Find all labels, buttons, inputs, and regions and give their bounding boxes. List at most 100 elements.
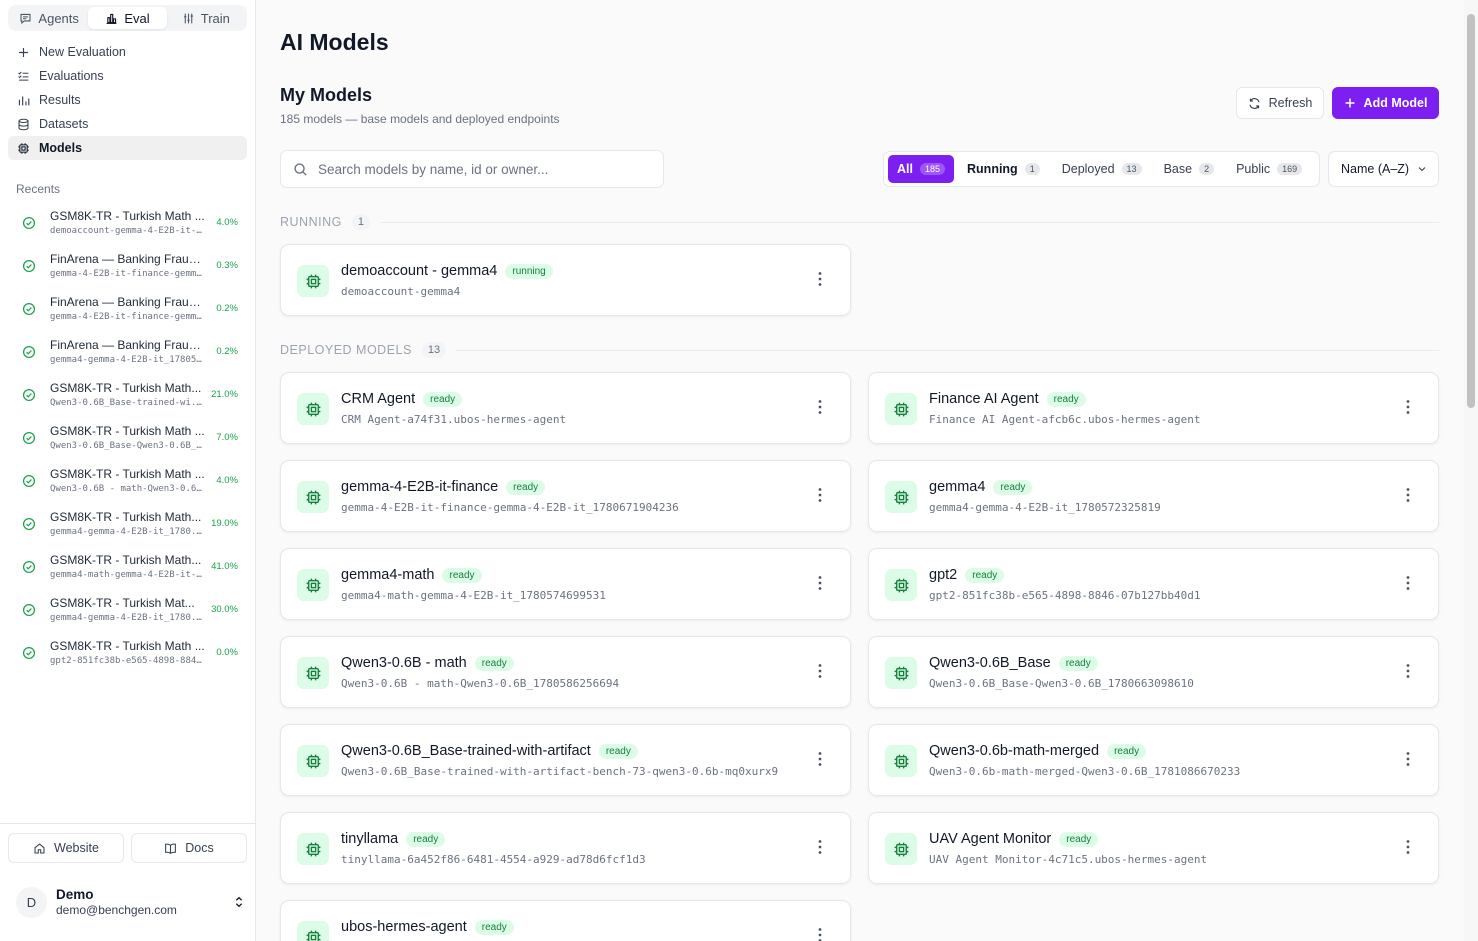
model-card[interactable]: CRM Agent ready CRM Agent-a74f31.ubos-herm… bbox=[280, 372, 851, 444]
recent-title: FinArena — Banking Fraud... bbox=[50, 295, 205, 309]
recent-item[interactable]: GSM8K-TR - Turkish Math... gemma4-gemma-4… bbox=[8, 502, 247, 545]
model-card[interactable]: gemma4 ready gemma4-gemma-4-E2B-it_1780572… bbox=[868, 460, 1439, 532]
more-options-icon[interactable] bbox=[812, 398, 828, 416]
filter-deployed[interactable]: Deployed 13 bbox=[1053, 155, 1151, 183]
docs-label: Docs bbox=[185, 841, 214, 855]
tab-train[interactable]: Train bbox=[167, 7, 245, 29]
filter-base[interactable]: Base 2 bbox=[1155, 155, 1224, 183]
recent-item[interactable]: GSM8K-TR - Turkish Math ... Qwen3-0.6B - … bbox=[8, 459, 247, 502]
scrollbar-thumb[interactable] bbox=[1467, 14, 1475, 408]
sidebar-item-results[interactable]: Results bbox=[8, 88, 247, 112]
docs-button[interactable]: Docs bbox=[131, 833, 247, 863]
model-name-row: UAV Agent Monitor ready bbox=[929, 831, 1099, 847]
recent-item[interactable]: FinArena — Banking Fraud... gemma-4-E2B-i… bbox=[8, 244, 247, 287]
more-options-icon[interactable] bbox=[812, 750, 828, 768]
recent-item[interactable]: GSM8K-TR - Turkish Math ... gpt2-851fc38b… bbox=[8, 631, 247, 674]
sidebar-footer: Website Docs D Demo demo@benchgen.com bbox=[0, 823, 255, 941]
more-options-icon[interactable] bbox=[812, 574, 828, 592]
model-card[interactable]: gpt2 ready gpt2-851fc38b-e565-4898-8846-07… bbox=[868, 548, 1439, 620]
refresh-button[interactable]: Refresh bbox=[1236, 87, 1324, 119]
model-card[interactable]: Qwen3-0.6B_Base-trained-with-artifact rea… bbox=[280, 724, 851, 796]
model-card[interactable]: ubos-hermes-agent ready bbox=[280, 900, 851, 941]
recent-text: GSM8K-TR - Turkish Math ... Qwen3-0.6B_Ba… bbox=[50, 424, 205, 451]
recent-score: 21.0% bbox=[211, 389, 238, 400]
filter-count: 185 bbox=[919, 163, 946, 175]
more-options-icon[interactable] bbox=[812, 926, 828, 941]
page-title: AI Models bbox=[280, 29, 389, 55]
more-options-icon[interactable] bbox=[812, 662, 828, 680]
cpu-chip-icon bbox=[18, 142, 29, 154]
model-card[interactable]: Qwen3-0.6B_Base ready Qwen3-0.6B_Base-Qwen… bbox=[868, 636, 1439, 708]
more-options-icon[interactable] bbox=[812, 486, 828, 504]
sidebar-item-evaluations[interactable]: Evaluations bbox=[8, 64, 247, 88]
cpu-chip-icon bbox=[894, 578, 908, 592]
sidebar-item-models[interactable]: Models bbox=[8, 136, 247, 160]
more-options-icon[interactable] bbox=[1400, 574, 1416, 592]
plus-icon bbox=[19, 47, 28, 57]
recent-item[interactable]: FinArena — Banking Fraud... gemma4-gemma-… bbox=[8, 330, 247, 373]
chat-icon bbox=[20, 13, 31, 24]
recent-title: GSM8K-TR - Turkish Math ... bbox=[50, 467, 205, 481]
refresh-label: Refresh bbox=[1268, 96, 1313, 110]
model-icon bbox=[885, 481, 917, 513]
model-card[interactable]: demoaccount - gemma4 running demoaccount-g… bbox=[280, 244, 851, 316]
recent-title: GSM8K-TR - Turkish Mat... bbox=[50, 596, 195, 610]
filter-running[interactable]: Running 1 bbox=[958, 155, 1049, 183]
model-card[interactable]: gemma-4-E2B-it-finance ready gemma-4-E2B-i… bbox=[280, 460, 851, 532]
home-icon bbox=[34, 842, 45, 853]
user-menu[interactable]: D Demo demo@benchgen.com bbox=[16, 885, 246, 919]
more-options-icon[interactable] bbox=[1400, 486, 1416, 504]
recent-score: 41.0% bbox=[211, 561, 238, 572]
model-card[interactable]: Qwen3-0.6b-math-merged ready Qwen3-0.6b-ma… bbox=[868, 724, 1439, 796]
check-circle-icon bbox=[22, 560, 36, 573]
model-card[interactable]: UAV Agent Monitor ready UAV Agent Monitor-… bbox=[868, 812, 1439, 884]
recent-model: gemma4-gemma-4-E2B-it_17805... bbox=[50, 355, 205, 365]
more-options-icon[interactable] bbox=[812, 270, 828, 288]
recent-item[interactable]: GSM8K-TR - Turkish Math ... Qwen3-0.6B_Ba… bbox=[8, 416, 247, 459]
sort-select[interactable]: Name (A–Z) bbox=[1328, 151, 1439, 187]
recent-item[interactable]: GSM8K-TR - Turkish Math... Qwen3-0.6B_Bas… bbox=[8, 373, 247, 416]
list-check-icon bbox=[18, 71, 29, 81]
website-button[interactable]: Website bbox=[8, 833, 124, 863]
filter-all[interactable]: All 185 bbox=[888, 155, 955, 183]
model-name-row: gemma4-math ready bbox=[341, 567, 482, 583]
model-id: tinyllama-6a452f86-6481-4554-a929-ad78d6… bbox=[341, 853, 646, 866]
refresh-icon bbox=[1249, 97, 1260, 109]
recent-title: GSM8K-TR - Turkish Math ... bbox=[50, 209, 205, 223]
sidebar-item-new-evaluation[interactable]: New Evaluation bbox=[8, 40, 247, 64]
more-options-icon[interactable] bbox=[1400, 750, 1416, 768]
model-card[interactable]: tinyllama ready tinyllama-6a452f86-6481-45… bbox=[280, 812, 851, 884]
model-card[interactable]: Qwen3-0.6B - math ready Qwen3-0.6B - math-… bbox=[280, 636, 851, 708]
recent-item[interactable]: FinArena — Banking Fraud... gemma-4-E2B-i… bbox=[8, 287, 247, 330]
sidebar: Agents Eval Train New Evaluation Evaluat… bbox=[0, 0, 256, 941]
sort-label: Name (A–Z) bbox=[1341, 162, 1410, 176]
model-id: Qwen3-0.6B_Base-trained-with-artifact-be… bbox=[341, 765, 779, 778]
search-input[interactable] bbox=[318, 161, 658, 177]
model-card[interactable]: Finance AI Agent ready Finance AI Agent-af… bbox=[868, 372, 1439, 444]
model-id: Qwen3-0.6B_Base-Qwen3-0.6B_1780663098610 bbox=[929, 677, 1194, 690]
filter-public[interactable]: Public 169 bbox=[1227, 155, 1311, 183]
recent-item[interactable]: GSM8K-TR - Turkish Math... gemma4-math-ge… bbox=[8, 545, 247, 588]
recent-model: gpt2-851fc38b-e565-4898-884... bbox=[50, 656, 205, 666]
recent-item[interactable]: GSM8K-TR - Turkish Mat... gemma4-gemma-4-… bbox=[8, 588, 247, 631]
chevron-up-down-icon[interactable] bbox=[232, 895, 246, 909]
status-badge: ready bbox=[474, 919, 514, 935]
model-id: CRM Agent-a74f31.ubos-hermes-agent bbox=[341, 413, 567, 426]
recent-text: FinArena — Banking Fraud... gemma-4-E2B-i… bbox=[50, 295, 205, 322]
tab-eval[interactable]: Eval bbox=[88, 7, 167, 29]
sidebar-item-datasets[interactable]: Datasets bbox=[8, 112, 247, 136]
model-name-row: ubos-hermes-agent ready bbox=[341, 919, 514, 935]
model-name: gpt2 bbox=[929, 567, 958, 583]
more-options-icon[interactable] bbox=[1400, 838, 1416, 856]
tab-agents[interactable]: Agents bbox=[10, 7, 88, 29]
model-card[interactable]: gemma4-math ready gemma4-math-gemma-4-E2B-… bbox=[280, 548, 851, 620]
add-model-button[interactable]: Add Model bbox=[1332, 87, 1439, 119]
more-options-icon[interactable] bbox=[1400, 662, 1416, 680]
more-options-icon[interactable] bbox=[812, 838, 828, 856]
scrollbar[interactable] bbox=[1464, 0, 1478, 941]
recent-item[interactable]: GSM8K-TR - Turkish Math ... demoaccount-g… bbox=[8, 201, 247, 244]
model-id: gemma4-math-gemma-4-E2B-it_1780574699531 bbox=[341, 589, 606, 602]
more-options-icon[interactable] bbox=[1400, 398, 1416, 416]
divider bbox=[379, 221, 1439, 223]
status-badge: running bbox=[505, 263, 553, 279]
